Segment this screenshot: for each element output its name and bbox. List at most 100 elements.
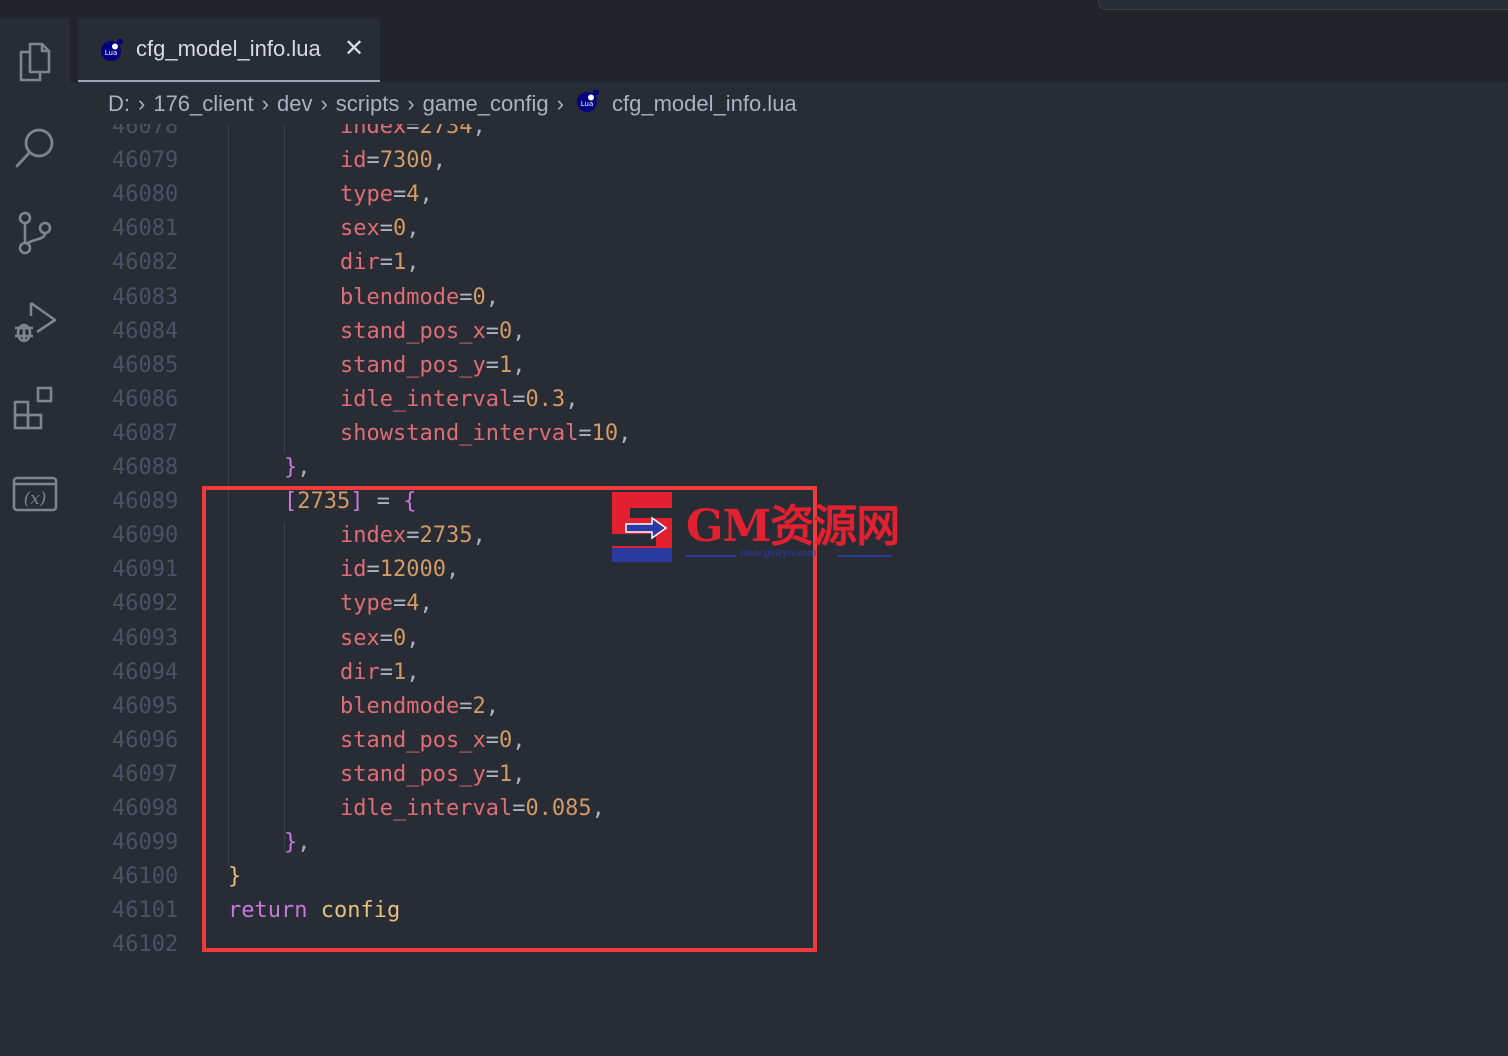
command-center-search[interactable] — [1098, 0, 1508, 10]
code-token: id — [340, 148, 367, 174]
breadcrumb: D: › 176_client › dev › scripts › game_c… — [108, 86, 797, 122]
breadcrumb-file[interactable]: Lua cfg_model_info.lua — [572, 89, 797, 119]
code-token: type — [340, 182, 393, 208]
code-token: index — [340, 523, 407, 549]
code-token: blendmode — [340, 284, 460, 310]
code-token: , — [472, 124, 486, 139]
line-number: 46098 — [112, 796, 179, 821]
code-token: index — [340, 124, 407, 139]
line-number: 46101 — [112, 898, 179, 924]
line-code: idle_interval=0.085, — [340, 792, 605, 826]
code-token: 1 — [498, 761, 513, 787]
tab-cfg-model-info[interactable]: Lua cfg_model_info.lua ✕ — [78, 18, 380, 82]
run-debug-icon[interactable] — [11, 298, 59, 346]
line-number: 46093 — [112, 625, 179, 651]
source-control-icon[interactable] — [11, 208, 59, 256]
code-token: idle_interval — [340, 796, 513, 821]
line-number: 46079 — [112, 148, 179, 174]
code-token: sex — [340, 625, 380, 651]
line-number: 46080 — [112, 182, 179, 208]
code-token: ] — [350, 489, 364, 515]
title-bar — [0, 0, 1508, 18]
line-code: }, — [284, 451, 311, 485]
code-token: dir — [340, 659, 380, 685]
code-token: , — [512, 761, 526, 787]
code-editor[interactable]: 46078 index=2734, 46079 id=7300, 46080 type=4… — [70, 124, 1508, 1056]
breadcrumb-item[interactable]: dev — [277, 91, 312, 117]
line-code: id=12000, — [340, 553, 459, 587]
code-token: = — [459, 284, 473, 310]
line-code: dir=1, — [340, 656, 420, 690]
close-icon[interactable]: ✕ — [342, 34, 366, 62]
code-token: 0.3 — [525, 386, 566, 412]
code-token: } — [284, 830, 298, 856]
code-token: , — [445, 557, 460, 583]
line-code: blendmode=2, — [340, 690, 499, 724]
code-token: sex — [340, 216, 380, 242]
indent-guide — [284, 522, 285, 852]
explorer-icon[interactable] — [11, 38, 59, 86]
code-token: = — [406, 124, 420, 139]
line-number: 46087 — [112, 420, 179, 446]
code-token: , — [472, 523, 486, 549]
line-number: 46092 — [112, 591, 179, 617]
code-token: } — [228, 864, 242, 890]
code-token: = — [512, 796, 526, 821]
code-token: = — [485, 727, 499, 753]
code-token: 10 — [591, 420, 619, 446]
code-token: 1 — [393, 659, 407, 685]
watermark-url: www.gmzyw.com — [740, 548, 817, 559]
code-token: 2735 — [419, 523, 473, 549]
code-token: = — [379, 659, 393, 685]
line-number: 46088 — [112, 455, 179, 480]
code-token: = — [379, 216, 393, 242]
code-token: , — [618, 420, 632, 446]
line-code: index=2734, — [340, 124, 486, 144]
code-token: = — [459, 693, 473, 719]
code-token: config — [320, 898, 401, 924]
code-token: } — [284, 455, 298, 480]
code-token: 4 — [406, 182, 420, 208]
code-token: return — [228, 898, 308, 924]
code-token: idle_interval — [340, 386, 513, 412]
extensions-icon[interactable] — [11, 384, 59, 432]
code-token: 7300 — [379, 148, 433, 174]
code-token: , — [406, 216, 420, 242]
line-code: stand_pos_y=1, — [340, 758, 525, 792]
line-code: return config — [228, 894, 400, 928]
code-token: type — [340, 591, 393, 617]
line-code: [2735] = { — [284, 485, 416, 519]
code-token: , — [419, 182, 433, 208]
code-token: 2735 — [297, 489, 351, 515]
line-number: 46089 — [112, 489, 179, 515]
code-token: 0 — [498, 727, 513, 753]
code-token: = — [366, 557, 380, 583]
line-code: type=4, — [340, 587, 433, 621]
breadcrumb-item[interactable]: scripts — [336, 91, 400, 117]
code-token: = — [512, 386, 526, 412]
watermark-rule — [686, 555, 736, 557]
code-token: , — [485, 693, 499, 719]
line-number: 46086 — [112, 386, 179, 412]
line-number: 46081 — [112, 216, 179, 242]
tab-bar: Lua cfg_model_info.lua ✕ — [70, 18, 1508, 82]
indent-guide — [228, 124, 229, 866]
breadcrumb-item[interactable]: 176_client — [153, 91, 253, 117]
activity-bar: (x) — [0, 18, 70, 1056]
variables-icon[interactable]: (x) — [11, 470, 59, 518]
line-number: 46091 — [112, 557, 179, 583]
code-token: 2 — [472, 693, 486, 719]
svg-text:(x): (x) — [24, 489, 47, 509]
search-icon[interactable] — [11, 123, 59, 171]
code-token: , — [406, 625, 420, 651]
code-token: = — [379, 625, 393, 651]
line-number: 46096 — [112, 727, 179, 753]
breadcrumb-item[interactable]: game_config — [423, 91, 549, 117]
code-token: 0.085 — [525, 796, 592, 821]
code-token: = — [392, 591, 407, 617]
code-token: 0 — [393, 216, 407, 242]
breadcrumb-item[interactable]: D: — [108, 91, 130, 117]
code-token: = — [392, 182, 407, 208]
code-token: 1 — [393, 250, 407, 276]
